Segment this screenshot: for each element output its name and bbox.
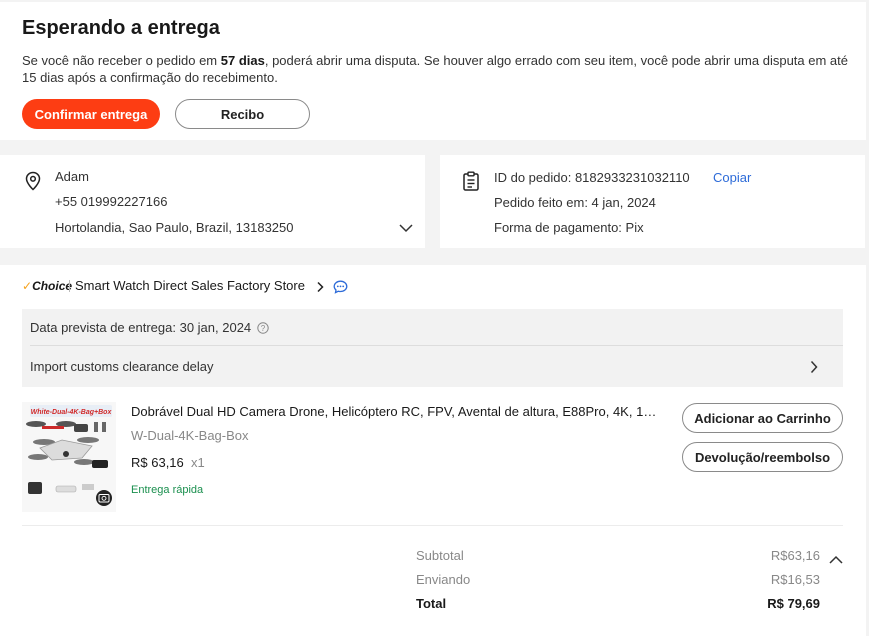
recipient-phone: +55 019992227166	[55, 194, 168, 209]
chevron-up-icon[interactable]	[828, 552, 844, 570]
payment-method: Forma de pagamento: Pix	[494, 220, 644, 235]
receipt-icon	[462, 171, 480, 196]
product-price: R$ 63,16	[131, 455, 184, 470]
status-description: Se você não receber o pedido em 57 dias,…	[22, 52, 852, 86]
badge-divider	[69, 280, 70, 292]
confirm-delivery-button[interactable]: Confirmar entrega	[22, 99, 160, 129]
chevron-down-icon[interactable]	[398, 221, 414, 239]
copy-order-id-link[interactable]: Copiar	[713, 170, 751, 185]
product-image-label: White-Dual-4K-Bag+Box	[31, 409, 113, 416]
store-name-link[interactable]: Smart Watch Direct Sales Factory Store	[75, 278, 305, 293]
choice-badge-label: Choice	[32, 279, 73, 293]
status-title: Esperando a entrega	[22, 17, 220, 39]
shipping-label: Enviando	[416, 572, 471, 587]
address-panel: Adam +55 019992227166 Hortolandia, Sao P…	[0, 155, 425, 248]
recipient-address: Hortolandia, Sao Paulo, Brazil, 13183250	[55, 220, 294, 235]
total-label: Total	[416, 596, 447, 611]
status-desc-before: Se você não receber o pedido em	[22, 53, 221, 68]
subtotal-value: R$63,16	[770, 548, 820, 563]
estimated-delivery-date: Data prevista de entrega: 30 jan, 2024	[30, 320, 252, 335]
fast-delivery-label: Entrega rápida	[131, 484, 204, 496]
store-order-panel: ✓Choice Smart Watch Direct Sales Factory…	[0, 265, 866, 636]
order-status-panel: Esperando a entrega Se você não receber …	[0, 2, 866, 140]
info-icon[interactable]: ?	[257, 321, 269, 339]
shipping-value: R$16,53	[770, 572, 820, 587]
subtotal-label: Subtotal	[416, 548, 464, 563]
choice-badge: ✓Choice	[22, 279, 73, 293]
receipt-button[interactable]: Recibo	[175, 99, 310, 129]
add-to-cart-button[interactable]: Adicionar ao Carrinho	[682, 403, 843, 433]
status-desc-days: 57 dias	[220, 53, 265, 68]
product-image[interactable]: White-Dual-4K-Bag+Box	[22, 402, 116, 512]
pin-icon	[24, 171, 42, 196]
product-title-link[interactable]: Dobrável Dual HD Camera Drone, Helicópte…	[131, 404, 661, 419]
customs-delay-row[interactable]: Import customs clearance delay	[22, 346, 843, 387]
divider	[22, 525, 843, 526]
order-id: ID do pedido: 8182933231032110	[494, 170, 690, 185]
product-quantity: x1	[191, 455, 205, 470]
total-value: R$ 79,69	[767, 596, 820, 611]
return-refund-button[interactable]: Devolução/reembolso	[682, 442, 843, 472]
delivery-info-box: Data prevista de entrega: 30 jan, 2024 ?…	[22, 309, 843, 387]
product-variant: W-Dual-4K-Bag-Box	[131, 428, 249, 443]
order-info-panel: ID do pedido: 8182933231032110 Copiar Pe…	[440, 155, 865, 248]
recipient-name: Adam	[55, 169, 89, 184]
order-date: Pedido feito em: 4 jan, 2024	[494, 195, 656, 210]
chevron-right-icon[interactable]	[316, 280, 324, 298]
chat-icon[interactable]	[333, 280, 348, 299]
chevron-right-icon[interactable]	[809, 360, 819, 379]
customs-delay-text: Import customs clearance delay	[30, 359, 214, 374]
svg-text:?: ?	[261, 324, 266, 333]
